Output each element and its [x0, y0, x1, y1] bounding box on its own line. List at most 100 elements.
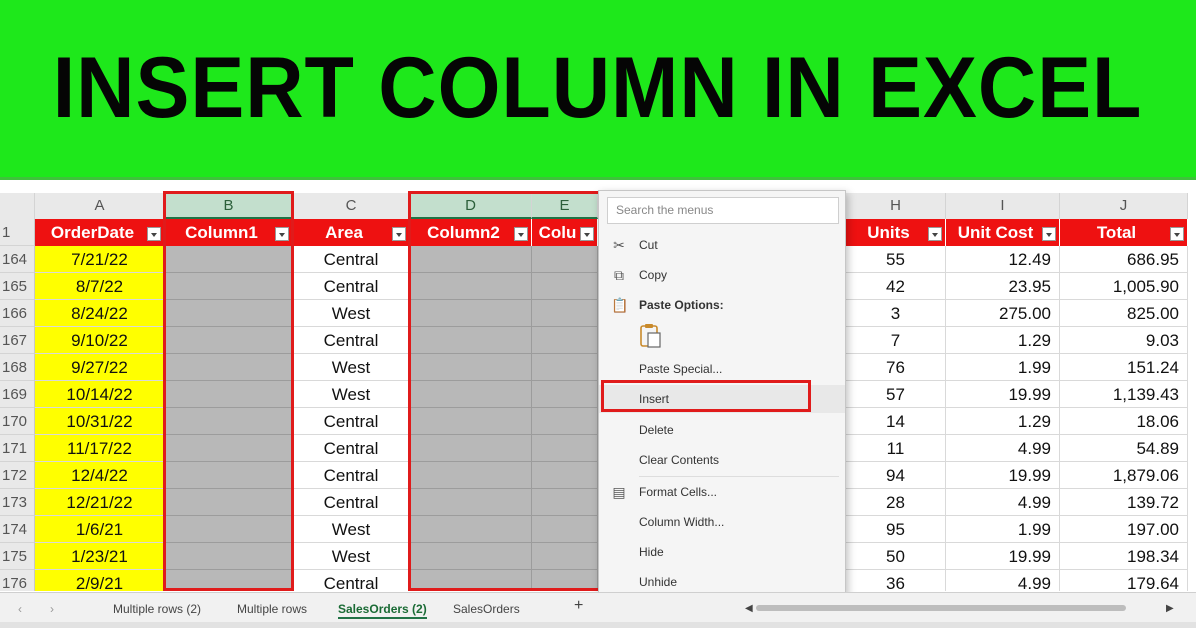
table-cell[interactable]: 23.95: [946, 273, 1060, 300]
table-cell[interactable]: [532, 408, 598, 435]
table-cell[interactable]: 76: [846, 354, 946, 381]
table-cell[interactable]: [165, 327, 293, 354]
table-cell[interactable]: 10/14/22: [35, 381, 165, 408]
table-cell[interactable]: West: [293, 300, 410, 327]
horizontal-scrollbar-thumb[interactable]: [756, 605, 1126, 611]
table-cell[interactable]: [532, 246, 598, 273]
menu-item-column-width[interactable]: Column Width...: [599, 508, 845, 536]
filter-dropdown-icon[interactable]: [514, 227, 528, 241]
menu-search-input[interactable]: Search the menus: [607, 197, 839, 224]
table-cell[interactable]: 197.00: [1060, 516, 1188, 543]
table-cell[interactable]: 9.03: [1060, 327, 1188, 354]
table-cell[interactable]: [532, 327, 598, 354]
table-cell[interactable]: [165, 246, 293, 273]
table-cell[interactable]: 11: [846, 435, 946, 462]
table-header-cell[interactable]: OrderDate: [35, 219, 165, 246]
table-cell[interactable]: 12/4/22: [35, 462, 165, 489]
table-cell[interactable]: 3: [846, 300, 946, 327]
table-cell[interactable]: 57: [846, 381, 946, 408]
table-cell[interactable]: Central: [293, 246, 410, 273]
menu-item-paste-special[interactable]: Paste Special...: [599, 355, 845, 383]
table-cell[interactable]: [165, 435, 293, 462]
table-cell[interactable]: [165, 354, 293, 381]
table-cell[interactable]: Central: [293, 570, 410, 591]
menu-item-delete[interactable]: Delete: [599, 416, 845, 444]
table-cell[interactable]: [532, 543, 598, 570]
row-number[interactable]: 168: [0, 354, 35, 381]
table-cell[interactable]: [532, 462, 598, 489]
tab-multiple-rows[interactable]: Multiple rows: [237, 599, 307, 619]
table-cell[interactable]: 54.89: [1060, 435, 1188, 462]
hscroll-left-icon[interactable]: ◀: [745, 599, 753, 619]
column-header-c[interactable]: C: [293, 193, 410, 219]
tab-scroll-left-icon[interactable]: ‹: [18, 599, 22, 619]
table-cell[interactable]: Central: [293, 435, 410, 462]
table-cell[interactable]: 7/21/22: [35, 246, 165, 273]
table-cell[interactable]: [165, 462, 293, 489]
table-cell[interactable]: [165, 570, 293, 591]
table-cell[interactable]: 1.29: [946, 327, 1060, 354]
table-cell[interactable]: 4.99: [946, 489, 1060, 516]
column-header-e[interactable]: E: [532, 193, 598, 219]
table-cell[interactable]: [165, 408, 293, 435]
table-cell[interactable]: 19.99: [946, 462, 1060, 489]
row-number[interactable]: 172: [0, 462, 35, 489]
table-cell[interactable]: 19.99: [946, 543, 1060, 570]
table-cell[interactable]: 4.99: [946, 570, 1060, 591]
table-cell[interactable]: 55: [846, 246, 946, 273]
table-cell[interactable]: 4.99: [946, 435, 1060, 462]
select-all-corner[interactable]: [0, 193, 35, 219]
table-cell[interactable]: 11/17/22: [35, 435, 165, 462]
table-cell[interactable]: Central: [293, 489, 410, 516]
table-cell[interactable]: 825.00: [1060, 300, 1188, 327]
row-number[interactable]: 171: [0, 435, 35, 462]
table-cell[interactable]: 9/27/22: [35, 354, 165, 381]
table-cell[interactable]: [165, 516, 293, 543]
table-cell[interactable]: 7: [846, 327, 946, 354]
table-cell[interactable]: 95: [846, 516, 946, 543]
row-number[interactable]: 175: [0, 543, 35, 570]
paste-clipboard-icon[interactable]: [639, 323, 663, 349]
table-cell[interactable]: West: [293, 516, 410, 543]
column-header-b[interactable]: B: [165, 193, 293, 219]
table-cell[interactable]: 1,879.06: [1060, 462, 1188, 489]
table-header-cell[interactable]: Area: [293, 219, 410, 246]
row-number[interactable]: 174: [0, 516, 35, 543]
table-cell[interactable]: [165, 273, 293, 300]
table-cell[interactable]: Central: [293, 327, 410, 354]
table-cell[interactable]: 1.99: [946, 354, 1060, 381]
filter-dropdown-icon[interactable]: [580, 227, 594, 241]
table-cell[interactable]: 28: [846, 489, 946, 516]
table-cell[interactable]: [532, 435, 598, 462]
table-cell[interactable]: [532, 381, 598, 408]
table-cell[interactable]: 8/7/22: [35, 273, 165, 300]
table-cell[interactable]: 275.00: [946, 300, 1060, 327]
filter-dropdown-icon[interactable]: [1170, 227, 1184, 241]
row-number[interactable]: 164: [0, 246, 35, 273]
table-header-cell[interactable]: Units: [846, 219, 946, 246]
filter-dropdown-icon[interactable]: [275, 227, 289, 241]
table-cell[interactable]: 8/24/22: [35, 300, 165, 327]
row-number[interactable]: 176: [0, 570, 35, 591]
table-cell[interactable]: [410, 462, 532, 489]
menu-item-insert[interactable]: Insert: [599, 385, 845, 413]
table-cell[interactable]: [165, 381, 293, 408]
filter-dropdown-icon[interactable]: [147, 227, 161, 241]
table-cell[interactable]: [532, 489, 598, 516]
table-cell[interactable]: 94: [846, 462, 946, 489]
table-cell[interactable]: [410, 381, 532, 408]
tab-salesorders-2[interactable]: SalesOrders (2): [338, 599, 427, 619]
table-cell[interactable]: [410, 489, 532, 516]
column-header-a[interactable]: A: [35, 193, 165, 219]
table-cell[interactable]: 42: [846, 273, 946, 300]
table-cell[interactable]: [532, 354, 598, 381]
table-cell[interactable]: 1,005.90: [1060, 273, 1188, 300]
column-header-h[interactable]: H: [846, 193, 946, 219]
table-header-cell[interactable]: Total: [1060, 219, 1188, 246]
row-number[interactable]: 170: [0, 408, 35, 435]
table-cell[interactable]: 1/23/21: [35, 543, 165, 570]
menu-item-format-cells[interactable]: ▤ Format Cells...: [599, 478, 845, 506]
table-cell[interactable]: 1/6/21: [35, 516, 165, 543]
table-cell[interactable]: [410, 354, 532, 381]
table-cell[interactable]: [410, 300, 532, 327]
